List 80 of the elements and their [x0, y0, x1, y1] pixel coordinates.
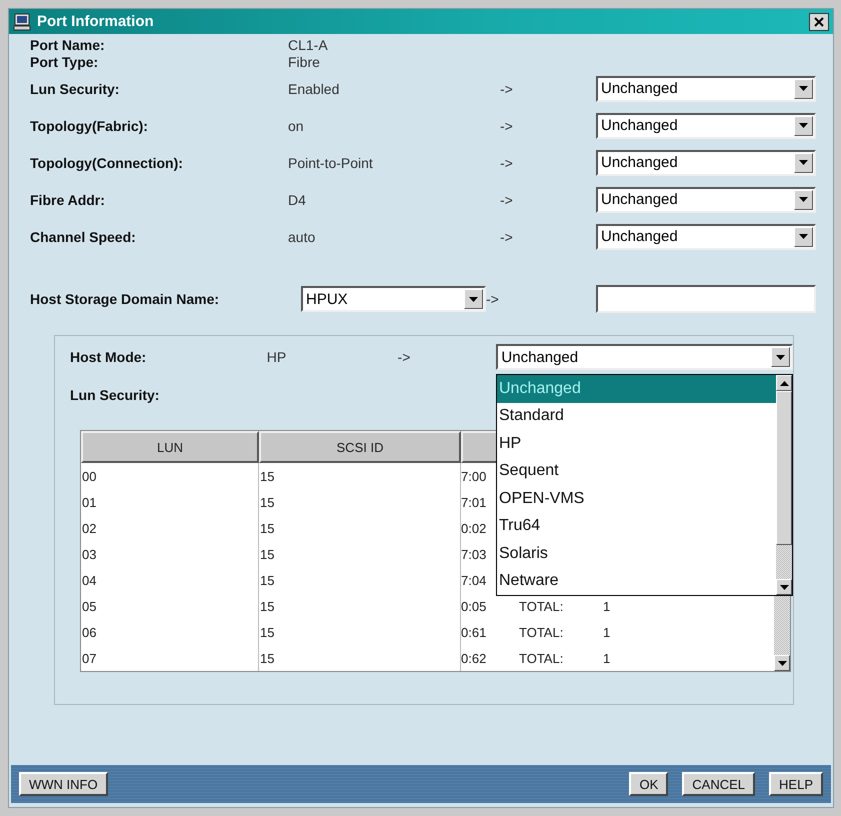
table-cell: 15 [259, 515, 461, 541]
column-header[interactable]: LUN [81, 431, 259, 463]
table-cell: 01 [81, 489, 259, 515]
field-label: Host Storage Domain Name: [30, 291, 220, 307]
up-arrow-icon [780, 380, 788, 386]
table-cell: 04 [81, 567, 259, 593]
down-arrow-icon [799, 86, 808, 91]
close-icon [814, 16, 824, 26]
arrow-text: -> [500, 228, 513, 244]
down-arrow-icon [799, 123, 808, 128]
arrow-text: -> [500, 192, 513, 208]
field-label: Lun Security: [70, 387, 160, 403]
field-value: HP [266, 349, 288, 365]
table-cell: 15 [259, 541, 461, 567]
table-cell-text: 1 [603, 598, 612, 614]
column-header[interactable]: SCSI ID [259, 431, 461, 463]
table-cell: 03 [81, 541, 259, 567]
dropdown[interactable]: Unchanged [596, 186, 816, 212]
dropdown-option[interactable]: Unchanged [497, 375, 776, 402]
dropdown[interactable]: Unchanged [596, 112, 816, 138]
table-cell: 05 [81, 593, 259, 619]
field-label: Port Name: [30, 36, 105, 52]
field-value: on [288, 118, 304, 134]
table-cell: 15 [259, 489, 461, 515]
computer-icon [13, 12, 33, 30]
field-value: D4 [288, 192, 306, 208]
field-value: CL1-A [288, 36, 328, 52]
down-arrow-icon [799, 234, 808, 239]
field-value: Fibre [288, 54, 320, 70]
down-arrow-icon [469, 296, 478, 302]
table-cell-text: TOTAL: [519, 598, 564, 614]
field-label: Fibre Addr: [30, 192, 105, 208]
down-arrow-icon [780, 584, 788, 590]
dropdown[interactable]: HPUX [301, 286, 486, 312]
close-button[interactable] [809, 12, 829, 30]
table-cell-text: TOTAL: [519, 650, 564, 666]
dropdown[interactable]: Unchanged [596, 76, 816, 102]
dropdown[interactable]: Unchanged [496, 344, 793, 370]
footer-button[interactable]: CANCEL [682, 772, 756, 796]
table-cell: 15 [259, 567, 461, 593]
footer-button[interactable]: WWN INFO [19, 772, 108, 796]
table-cell: 07 [81, 645, 259, 671]
field-value: Point-to-Point [288, 154, 373, 170]
table-cell: 02 [81, 515, 259, 541]
down-arrow-icon [799, 197, 808, 202]
table-cell-text: 0:61 [461, 624, 488, 640]
table-cell-text: TOTAL: [519, 624, 564, 640]
arrow-text: -> [500, 154, 513, 170]
table-cell-text: 1 [603, 650, 612, 666]
arrow-text: -> [398, 349, 412, 365]
field-value: Enabled [288, 80, 340, 96]
table-cell-text: 0:05 [461, 598, 488, 614]
table-cell-text: 1 [603, 624, 612, 640]
input-field[interactable] [596, 285, 816, 313]
table-cell: 00 [81, 463, 259, 489]
window-title: Port Information [37, 13, 155, 30]
table-cell: 06 [81, 619, 259, 645]
arrow-text: -> [500, 118, 513, 134]
arrow-text: -> [486, 291, 499, 307]
field-label: Channel Speed: [30, 228, 136, 244]
down-arrow-icon [776, 354, 785, 360]
arrow-text: -> [500, 80, 513, 96]
field-label: Lun Security: [30, 80, 120, 96]
field-label: Host Mode: [70, 349, 148, 365]
table-cell: 15 [259, 463, 461, 489]
down-arrow-icon [778, 660, 786, 666]
down-arrow-icon [799, 160, 808, 165]
table-cell: 15 [259, 645, 461, 671]
field-label: Topology(Fabric): [30, 118, 148, 134]
field-label: Topology(Connection): [30, 154, 183, 170]
table-cell-text: 0:62 [461, 650, 488, 666]
field-label: Port Type: [30, 54, 98, 70]
footer-button[interactable]: HELP [769, 772, 823, 796]
scrollbar[interactable] [776, 375, 792, 595]
table-cell: 15 [259, 619, 461, 645]
dropdown[interactable]: Unchanged [596, 150, 816, 176]
field-value: auto [288, 228, 316, 244]
footer-button[interactable]: OK [629, 772, 668, 796]
dropdown[interactable]: Unchanged [596, 224, 816, 250]
table-cell: 15 [259, 593, 461, 619]
